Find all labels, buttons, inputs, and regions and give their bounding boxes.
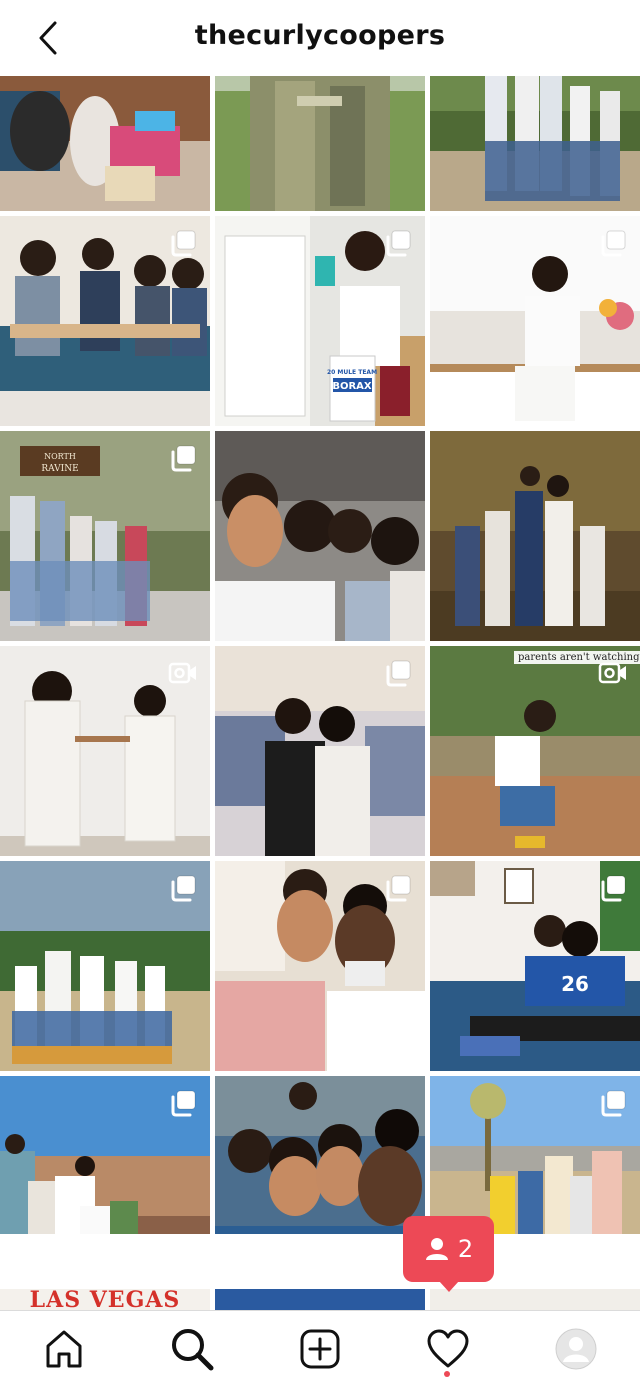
carousel-icon (383, 228, 413, 258)
carousel-icon (598, 873, 628, 903)
profile-username: thecurlycoopers (194, 20, 446, 51)
post-thumbnail-9[interactable] (430, 431, 640, 641)
sign-line-1: NORTH (44, 452, 76, 461)
search-icon (172, 1329, 214, 1371)
post-thumbnail-13[interactable] (0, 861, 210, 1071)
toast-count: 2 (457, 1235, 474, 1263)
home-icon (46, 1330, 82, 1368)
carousel-icon (168, 873, 198, 903)
post-image (215, 431, 425, 641)
next-row-peek: LAS VEGAS (0, 1289, 640, 1310)
video-icon (168, 658, 198, 688)
carousel-icon (168, 1088, 198, 1118)
tab-search[interactable] (168, 1325, 216, 1373)
post-image (215, 1076, 425, 1234)
post-thumbnail-11[interactable] (215, 646, 425, 856)
post-thumbnail-18[interactable] (430, 1076, 640, 1234)
carousel-icon (383, 873, 413, 903)
profile-avatar (555, 1328, 597, 1370)
sign-line-2: RAVINE (41, 464, 78, 474)
bottom-tab-bar (0, 1310, 640, 1387)
carousel-icon (168, 228, 198, 258)
post-thumbnail-17[interactable] (215, 1076, 425, 1234)
jersey-number: 26 (561, 972, 589, 996)
carousel-icon (598, 228, 628, 258)
add-post-icon (300, 1329, 340, 1369)
product-label-top: 20 MULE TEAM (327, 369, 377, 376)
carousel-icon (598, 1088, 628, 1118)
post-thumbnail-19[interactable]: LAS VEGAS (0, 1289, 210, 1310)
product-label-brand: BORAX (332, 381, 372, 392)
post-thumbnail-7[interactable]: NORTH RAVINE (0, 431, 210, 641)
carousel-icon (383, 658, 413, 688)
video-icon (598, 658, 628, 688)
post-thumbnail-5[interactable]: 20 MULE TEAM BORAX (215, 216, 425, 426)
tab-new-post[interactable] (296, 1325, 344, 1373)
post-grid: 20 MULE TEAM BORAX NORTH RAVINE parents … (0, 1, 640, 1234)
post-thumbnail-8[interactable] (215, 431, 425, 641)
post-thumbnail-4[interactable] (0, 216, 210, 426)
post-image (430, 431, 640, 641)
post-thumbnail-15[interactable]: 26 (430, 861, 640, 1071)
post-thumbnail-10[interactable] (0, 646, 210, 856)
post-thumbnail-6[interactable] (430, 216, 640, 426)
carousel-icon (168, 443, 198, 473)
post-thumbnail-12[interactable]: parents aren't watching 😉 (430, 646, 640, 856)
new-followers-toast[interactable]: 2 (403, 1216, 494, 1292)
tab-home[interactable] (40, 1325, 88, 1373)
post-thumbnail-16[interactable] (0, 1076, 210, 1234)
activity-heart-icon (427, 1329, 469, 1368)
top-header: thecurlycoopers (0, 0, 640, 76)
person-icon (425, 1238, 448, 1260)
post-thumbnail-21[interactable] (430, 1289, 640, 1310)
tab-profile[interactable] (552, 1325, 600, 1373)
post-thumbnail-14[interactable] (215, 861, 425, 1071)
activity-notification-dot (444, 1371, 450, 1377)
post-thumbnail-20[interactable] (215, 1289, 425, 1310)
tab-activity[interactable] (424, 1325, 472, 1373)
